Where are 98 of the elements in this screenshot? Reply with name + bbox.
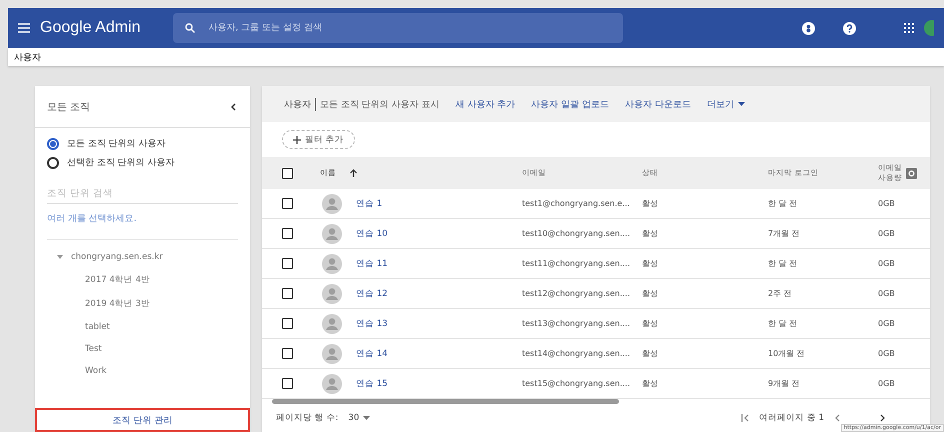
- user-row[interactable]: 연습 1 test1@chongryang.sen.e... 활성 한 달 전 0GB: [262, 189, 930, 219]
- user-name-link[interactable]: 연습 13: [356, 318, 388, 330]
- email-cell-text: test14@chongryang.sen....: [522, 349, 632, 358]
- status-cell-text: 활성: [642, 378, 659, 389]
- last-login-cell-text: 한 달 전: [768, 198, 798, 209]
- user-row[interactable]: 연습 13 test13@chongryang.sen.... 활성 한 달 전 0GB: [262, 309, 930, 339]
- rows-per-page-dropdown[interactable]: 30: [348, 413, 370, 423]
- user-row[interactable]: 연습 12 test12@chongryang.sen.... 활성 2주 전 0GB: [262, 279, 930, 309]
- first-page-icon[interactable]: [741, 414, 750, 422]
- row-checkbox[interactable]: [282, 288, 293, 299]
- org-unit-item[interactable]: 2019 4학년 3반: [85, 298, 150, 310]
- help-icon[interactable]: [843, 22, 856, 34]
- org-unit-item[interactable]: chongryang.sen.es.kr: [71, 252, 163, 262]
- action-link[interactable]: 새 사용자 추가: [455, 98, 516, 110]
- avatar-icon: [322, 314, 342, 334]
- usage-cell-text: 0GB: [878, 229, 896, 238]
- org-unit-item[interactable]: Work: [85, 366, 107, 376]
- search-icon: [184, 23, 195, 33]
- email-cell-text: test15@chongryang.sen....: [522, 379, 632, 388]
- email-cell-text: test1@chongryang.sen.e...: [522, 199, 631, 208]
- panel-subtitle: 모든 조직 단위의 사용자 표시: [315, 98, 440, 110]
- avatar-icon: [322, 224, 342, 244]
- menu-icon[interactable]: [18, 23, 30, 33]
- user-name-link[interactable]: 연습 1: [356, 198, 382, 210]
- status-cell-text: 활성: [642, 228, 659, 239]
- last-login-cell-text: 한 달 전: [768, 258, 798, 269]
- user-row[interactable]: 연습 11 test11@chongryang.sen.... 활성 한 달 전 0GB: [262, 249, 930, 279]
- page-info: 여러페이지 중 1: [759, 412, 824, 424]
- last-login-cell-text: 한 달 전: [768, 318, 798, 329]
- usage-cell-text: 0GB: [878, 379, 896, 388]
- user-name-link[interactable]: 연습 11: [356, 258, 388, 270]
- radio-label: 모든 조직 단위의 사용자: [67, 138, 166, 150]
- add-filter-button[interactable]: 필터 추가: [282, 130, 355, 149]
- horizontal-scrollbar[interactable]: [272, 399, 620, 404]
- user-name-link[interactable]: 연습 15: [356, 378, 388, 390]
- avatar-icon: [322, 284, 342, 304]
- panel-title: 사용자: [284, 98, 311, 110]
- avatar-icon: [322, 374, 342, 394]
- status-cell-text: 활성: [642, 318, 659, 329]
- sort-up-arrow-icon[interactable]: [350, 169, 357, 177]
- action-link[interactable]: 사용자 일괄 업로드: [531, 98, 609, 110]
- email-cell-text: test13@chongryang.sen....: [522, 319, 632, 328]
- plus-icon: [293, 136, 301, 144]
- manage-org-units-button[interactable]: 조직 단위 관리: [35, 408, 250, 432]
- badge-icon[interactable]: [802, 22, 815, 34]
- usage-cell-text: 0GB: [878, 289, 896, 298]
- dropdown-arrow-icon: [738, 102, 745, 106]
- row-checkbox[interactable]: [282, 198, 293, 209]
- row-checkbox[interactable]: [282, 378, 293, 389]
- next-page-icon[interactable]: [880, 414, 886, 422]
- org-unit-item[interactable]: 2017 4학년 4반: [85, 274, 150, 286]
- usage-cell-text: 0GB: [878, 259, 896, 268]
- expand-arrow-icon[interactable]: [57, 254, 63, 260]
- avatar-icon: [322, 254, 342, 274]
- select-all-checkbox[interactable]: [282, 168, 293, 178]
- status-cell-text: 활성: [642, 198, 659, 209]
- more-menu-link[interactable]: 더보기: [706, 98, 745, 110]
- search-field[interactable]: 사용자, 그룹 또는 설정 검색: [172, 13, 623, 43]
- row-checkbox[interactable]: [282, 318, 293, 329]
- breadcrumb: 사용자: [8, 48, 944, 66]
- sidebar-title: 모든 조직: [47, 100, 90, 114]
- settings-icon[interactable]: [906, 168, 917, 178]
- last-login-cell-text: 9개월 전: [768, 378, 801, 389]
- action-link[interactable]: 사용자 다운로드: [624, 98, 691, 110]
- apps-grid-icon[interactable]: [904, 23, 914, 33]
- row-checkbox[interactable]: [282, 228, 293, 239]
- previous-page-icon[interactable]: [834, 414, 840, 422]
- avatar-icon: [322, 344, 342, 364]
- user-name-link[interactable]: 연습 14: [356, 348, 388, 360]
- avatar-icon: [322, 194, 342, 214]
- usage-cell-text: 0GB: [878, 199, 896, 208]
- status-cell-text: 활성: [642, 258, 659, 269]
- app-title: Google Admin: [40, 19, 141, 37]
- last-login-cell-text: 7개월 전: [768, 228, 801, 239]
- row-checkbox[interactable]: [282, 258, 293, 269]
- last-login-cell-text: 2주 전: [768, 288, 793, 299]
- user-row[interactable]: 연습 14 test14@chongryang.sen.... 활성 10개월 전 0GB: [262, 339, 930, 369]
- org-unit-item[interactable]: Test: [85, 344, 102, 354]
- user-name-link[interactable]: 연습 12: [356, 288, 388, 300]
- email-cell-text: test12@chongryang.sen....: [522, 289, 632, 298]
- org-unit-item[interactable]: tablet: [85, 322, 110, 332]
- rows-per-page-label: 페이지당 행 수:: [276, 412, 338, 424]
- status-cell-text: 활성: [642, 348, 659, 359]
- user-row[interactable]: 연습 10 test10@chongryang.sen.... 활성 7개월 전 0GB: [262, 219, 930, 249]
- radio-button[interactable]: [47, 156, 59, 168]
- dropdown-arrow-icon: [363, 416, 370, 420]
- status-cell-text: 활성: [642, 288, 659, 299]
- collapse-chevron-icon[interactable]: [230, 102, 236, 110]
- email-cell-text: test11@chongryang.sen....: [522, 259, 632, 268]
- row-checkbox[interactable]: [282, 348, 293, 359]
- radio-button[interactable]: [47, 138, 59, 150]
- email-cell-text: test10@chongryang.sen....: [522, 229, 632, 238]
- usage-cell-text: 0GB: [878, 349, 896, 358]
- search-input[interactable]: 사용자, 그룹 또는 설정 검색: [206, 22, 611, 34]
- last-login-cell-text: 10개월 전: [768, 348, 806, 359]
- usage-cell-text: 0GB: [878, 319, 896, 328]
- radio-label: 선택한 조직 단위의 사용자: [67, 157, 175, 169]
- user-name-link[interactable]: 연습 10: [356, 228, 388, 240]
